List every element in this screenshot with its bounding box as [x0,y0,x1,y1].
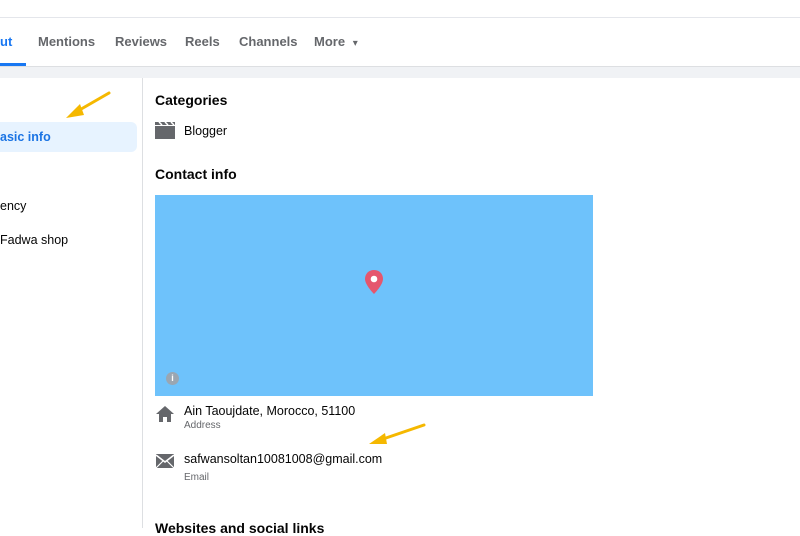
category-value[interactable]: Blogger [184,124,227,138]
profile-tabs: ut Mentions Reviews Reels Channels More … [0,18,800,66]
top-strip [0,0,800,18]
address-value[interactable]: Ain Taoujdate, Morocco, 51100 [184,404,355,418]
websites-title: Websites and social links [155,520,325,536]
about-panel: asic info ency Fadwa shop Categories Blo… [0,78,800,536]
sidebar-item-agency[interactable]: ency [0,191,137,221]
about-sidebar: asic info ency Fadwa shop [0,78,143,528]
map-pin-icon [365,270,383,294]
categories-title: Categories [155,92,228,108]
tab-about[interactable]: ut [0,18,26,66]
sidebar-item-basic-info[interactable]: asic info [0,122,137,152]
about-content: Categories Blogger Contact info i Ain Ta… [155,78,800,536]
email-label: Email [184,472,210,483]
email-value[interactable]: safwansoltan10081008@gmail.com [184,452,382,466]
address-label: Address [184,420,221,431]
tab-reviews[interactable]: Reviews [115,18,167,66]
envelope-icon [155,454,175,469]
section-divider [0,66,800,78]
clapperboard-icon [155,122,175,139]
sidebar-item-fadwa-shop[interactable]: Fadwa shop [0,225,137,255]
tab-reels[interactable]: Reels [185,18,220,66]
map-info-icon[interactable]: i [166,372,179,385]
tab-channels[interactable]: Channels [239,18,298,66]
tab-more[interactable]: More ▾ [314,18,358,66]
annotation-arrow-icon [369,423,426,444]
tab-mentions[interactable]: Mentions [38,18,95,66]
tab-more-label: More [314,34,346,49]
location-map[interactable]: i [155,195,593,396]
home-icon [156,406,174,422]
caret-down-icon: ▾ [352,38,358,49]
tab-about-label: ut [0,34,13,49]
annotation-arrow-icon [66,91,111,118]
contact-info-title: Contact info [155,166,237,182]
